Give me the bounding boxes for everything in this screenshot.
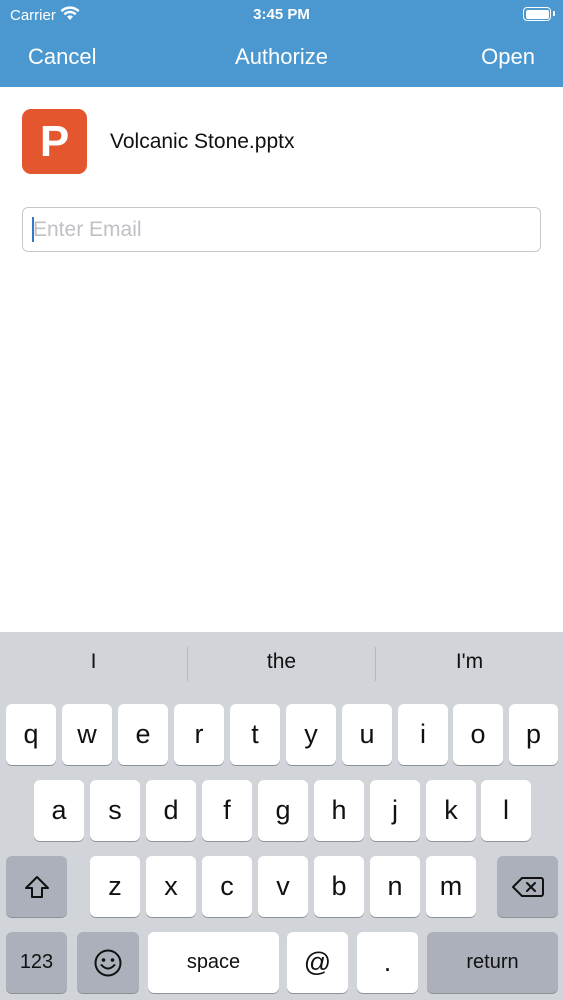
backspace-key[interactable]: [497, 856, 558, 917]
key-w[interactable]: w: [62, 704, 112, 765]
key-c[interactable]: c: [202, 856, 252, 917]
key-q[interactable]: q: [6, 704, 56, 765]
status-time: 3:45 PM: [253, 6, 310, 23]
key-x[interactable]: x: [146, 856, 196, 917]
key-u[interactable]: u: [342, 704, 392, 765]
status-bar: Carrier 3:45 PM: [0, 0, 563, 30]
period-key[interactable]: .: [357, 932, 418, 993]
open-button[interactable]: Open: [481, 44, 535, 70]
key-o[interactable]: o: [453, 704, 503, 765]
email-input[interactable]: [22, 207, 541, 252]
key-k[interactable]: k: [426, 780, 476, 841]
key-t[interactable]: t: [230, 704, 280, 765]
return-key[interactable]: return: [427, 932, 558, 993]
key-v[interactable]: v: [258, 856, 308, 917]
emoji-key[interactable]: [77, 932, 139, 993]
emoji-icon: [93, 948, 123, 978]
key-z[interactable]: z: [90, 856, 140, 917]
keyboard: I the I'm q w e r t y u i o p a s d f g …: [0, 632, 563, 1000]
numbers-key[interactable]: 123: [6, 932, 67, 993]
key-n[interactable]: n: [370, 856, 420, 917]
at-key[interactable]: @: [287, 932, 348, 993]
key-l[interactable]: l: [481, 780, 531, 841]
key-g[interactable]: g: [258, 780, 308, 841]
key-p[interactable]: p: [509, 704, 558, 765]
suggestion-bar: I the I'm: [0, 632, 563, 698]
powerpoint-file-icon: P: [22, 109, 87, 174]
shift-icon: [24, 874, 50, 900]
suggestion-item[interactable]: the: [188, 650, 375, 674]
space-key[interactable]: space: [148, 932, 279, 993]
key-a[interactable]: a: [34, 780, 84, 841]
key-f[interactable]: f: [202, 780, 252, 841]
header-bar: Carrier 3:45 PM Cancel Authorize Open: [0, 0, 563, 87]
key-r[interactable]: r: [174, 704, 224, 765]
key-j[interactable]: j: [370, 780, 420, 841]
key-e[interactable]: e: [118, 704, 168, 765]
key-d[interactable]: d: [146, 780, 196, 841]
key-m[interactable]: m: [426, 856, 476, 917]
key-s[interactable]: s: [90, 780, 140, 841]
file-name: Volcanic Stone.pptx: [110, 129, 295, 153]
battery-icon: [523, 7, 555, 21]
suggestion-item[interactable]: I: [0, 650, 187, 674]
page-title: Authorize: [235, 44, 328, 69]
file-info: P Volcanic Stone.pptx: [22, 109, 294, 174]
suggestion-item[interactable]: I'm: [376, 650, 563, 674]
shift-key[interactable]: [6, 856, 67, 917]
key-i[interactable]: i: [398, 704, 448, 765]
text-cursor: [32, 217, 34, 242]
key-y[interactable]: y: [286, 704, 336, 765]
navigation-bar: Cancel Authorize Open: [0, 40, 563, 76]
backspace-icon: [511, 876, 544, 898]
key-h[interactable]: h: [314, 780, 364, 841]
key-b[interactable]: b: [314, 856, 364, 917]
